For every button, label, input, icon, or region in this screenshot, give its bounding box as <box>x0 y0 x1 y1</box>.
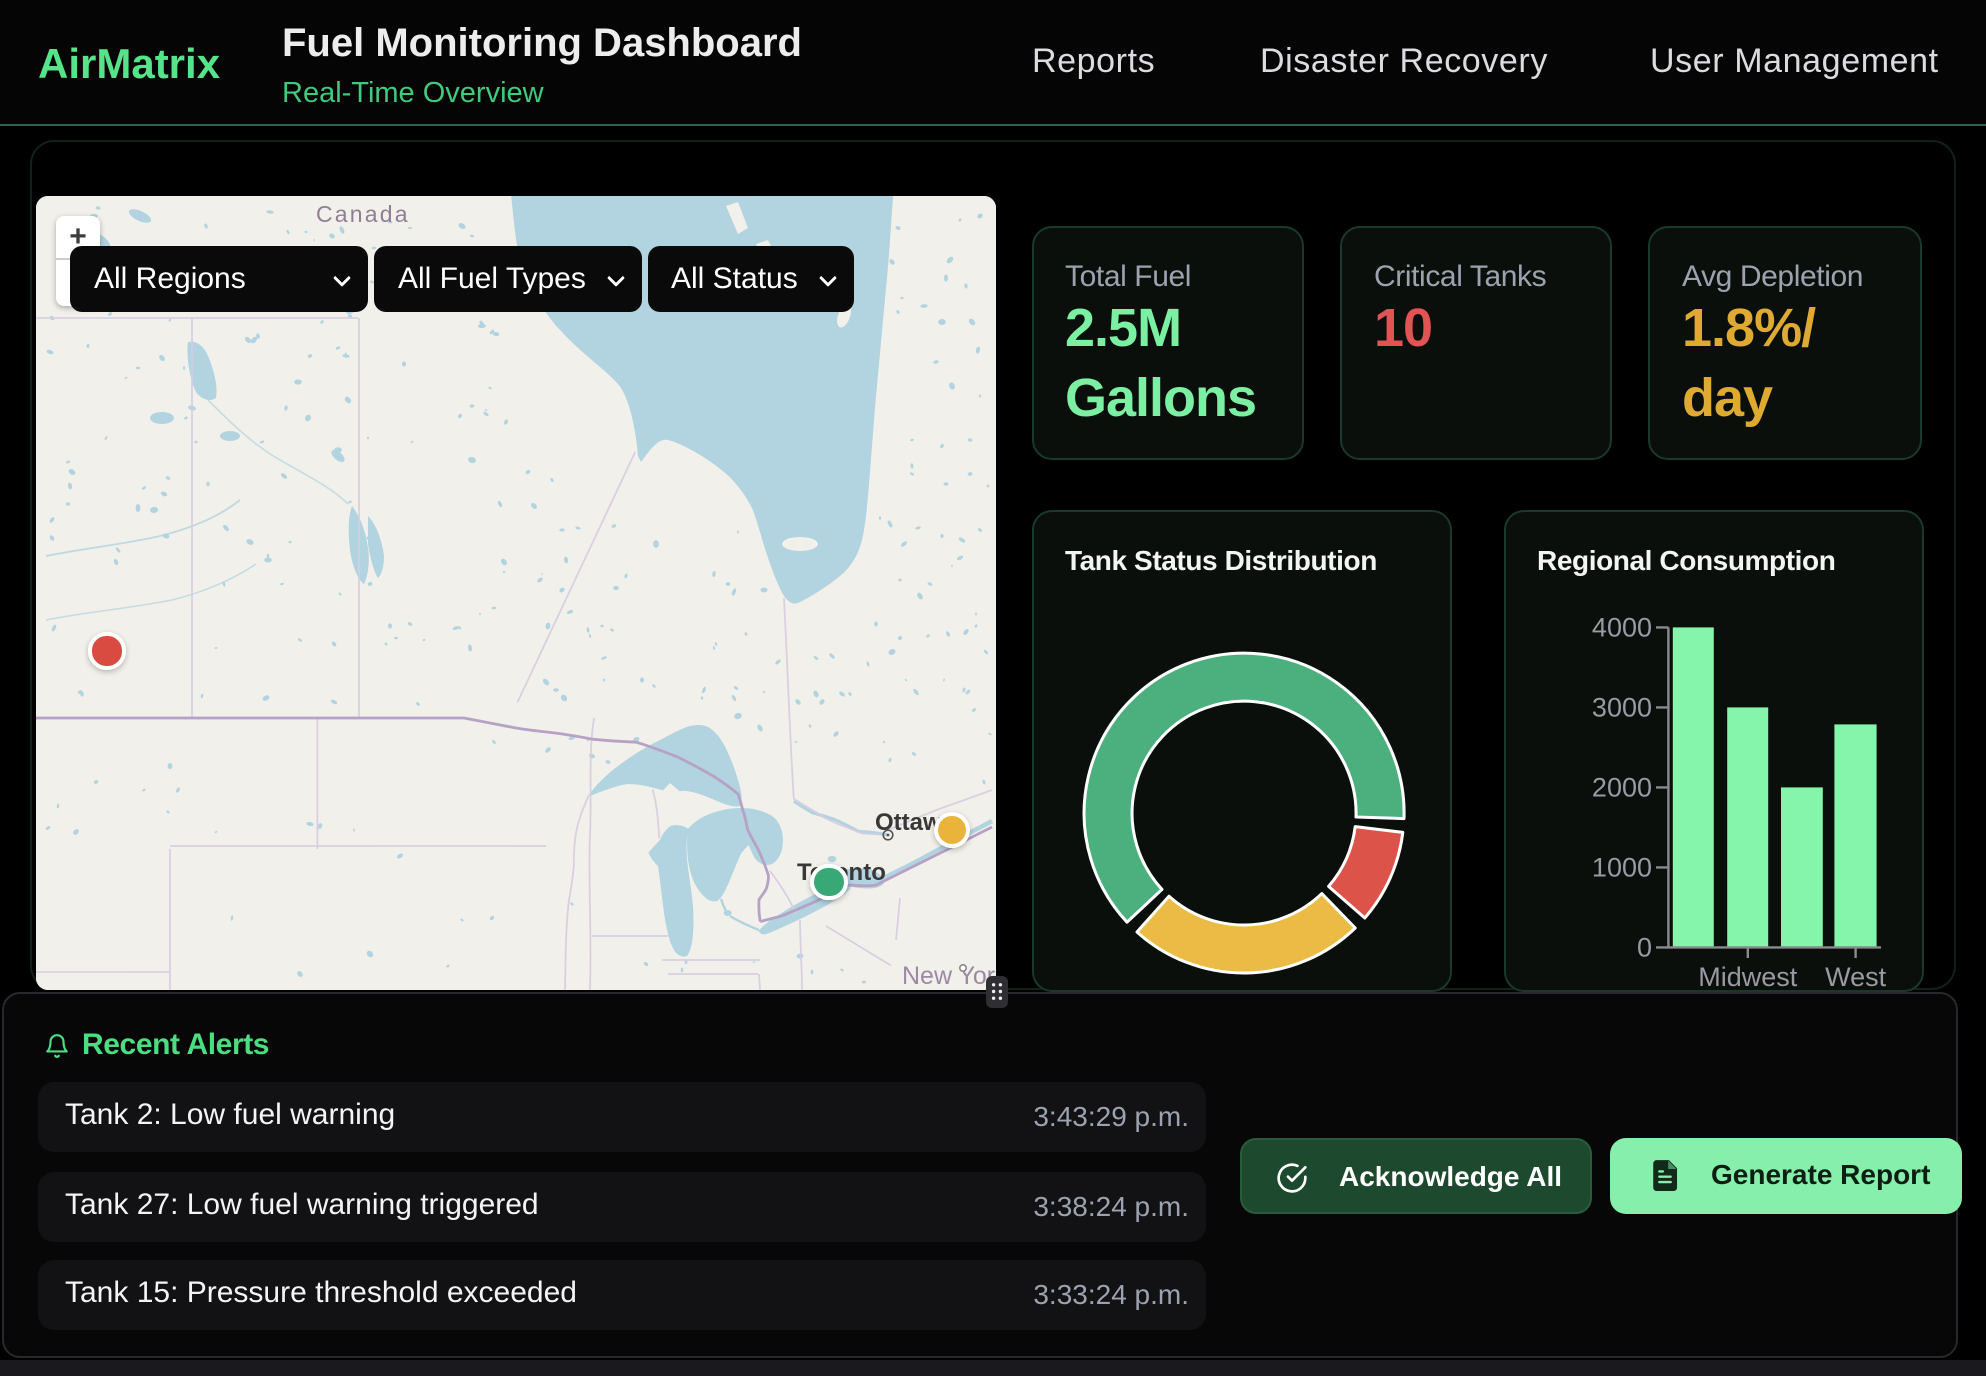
svg-text:3000: 3000 <box>1591 692 1651 722</box>
svg-text:Canada: Canada <box>316 201 410 227</box>
svg-text:Midwest: Midwest <box>1697 962 1797 992</box>
svg-text:1000: 1000 <box>1591 852 1651 882</box>
svg-text:4000: 4000 <box>1591 612 1651 642</box>
svg-text:West: West <box>1824 962 1886 992</box>
svg-text:0: 0 <box>1636 932 1651 962</box>
svg-text:2000: 2000 <box>1591 772 1651 802</box>
svg-text:New York: New York <box>902 962 996 990</box>
